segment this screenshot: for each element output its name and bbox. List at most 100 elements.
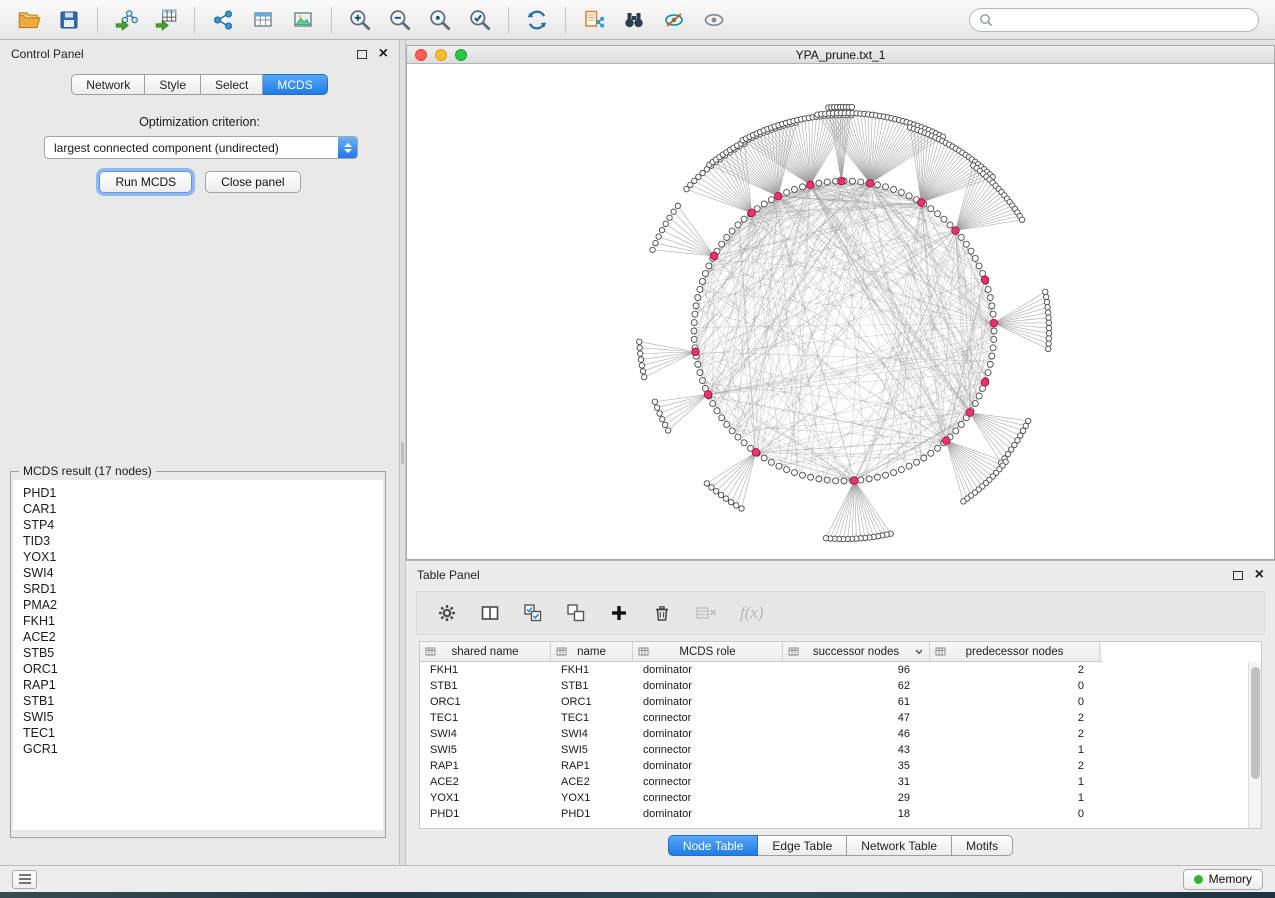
ring-node[interactable] bbox=[958, 234, 964, 240]
hub-node[interactable] bbox=[942, 437, 950, 445]
ring-node[interactable] bbox=[735, 222, 741, 228]
ring-node[interactable] bbox=[987, 295, 993, 301]
ring-node[interactable] bbox=[784, 189, 790, 195]
ring-node[interactable] bbox=[866, 476, 872, 482]
ring-node[interactable] bbox=[695, 295, 701, 301]
zoom-in-button[interactable] bbox=[341, 4, 379, 36]
close-table-panel-button[interactable]: × bbox=[1255, 567, 1264, 583]
hub-node[interactable] bbox=[866, 179, 874, 187]
mcds-result-item[interactable]: RAP1 bbox=[13, 677, 383, 693]
mcds-result-item[interactable]: TID3 bbox=[13, 533, 383, 549]
leaf-node[interactable] bbox=[637, 339, 642, 344]
ring-node[interactable] bbox=[891, 186, 897, 192]
divider-grip[interactable] bbox=[401, 442, 404, 464]
leaf-node[interactable] bbox=[704, 481, 709, 486]
table-row[interactable]: STB1STB1dominator620 bbox=[420, 678, 1261, 694]
export-image-button[interactable] bbox=[284, 4, 322, 36]
hub-node[interactable] bbox=[748, 209, 756, 217]
hub-node[interactable] bbox=[692, 348, 700, 356]
table-row[interactable]: FKH1FKH1dominator962 bbox=[420, 662, 1261, 678]
table-row[interactable]: RAP1RAP1dominator352 bbox=[420, 758, 1261, 774]
ring-node[interactable] bbox=[935, 211, 941, 217]
ring-node[interactable] bbox=[928, 450, 934, 456]
network-canvas[interactable] bbox=[407, 64, 1274, 559]
tab-style[interactable]: Style bbox=[145, 74, 201, 95]
leaf-node[interactable] bbox=[1044, 299, 1049, 304]
tab-mcds[interactable]: MCDS bbox=[263, 74, 327, 95]
close-window-button[interactable] bbox=[415, 49, 427, 61]
ring-node[interactable] bbox=[989, 353, 995, 359]
table-row[interactable]: SWI4SWI4dominator462 bbox=[420, 726, 1261, 742]
leaf-node[interactable] bbox=[1046, 331, 1051, 336]
ring-node[interactable] bbox=[729, 428, 735, 434]
table-row[interactable]: TEC1TEC1connector472 bbox=[420, 710, 1261, 726]
ring-node[interactable] bbox=[710, 401, 716, 407]
tab-network[interactable]: Network bbox=[71, 74, 145, 95]
ring-node[interactable] bbox=[963, 241, 969, 247]
ring-node[interactable] bbox=[947, 222, 953, 228]
share-document-button[interactable] bbox=[575, 4, 613, 36]
mcds-result-item[interactable]: PMA2 bbox=[13, 597, 383, 613]
ring-node[interactable] bbox=[972, 401, 978, 407]
mcds-result-item[interactable]: GCR1 bbox=[13, 741, 383, 757]
leaf-node[interactable] bbox=[1043, 289, 1048, 294]
table-settings-button[interactable] bbox=[437, 603, 457, 623]
hub-node[interactable] bbox=[704, 391, 712, 399]
ring-node[interactable] bbox=[991, 328, 997, 334]
mcds-result-item[interactable]: FKH1 bbox=[13, 613, 383, 629]
leaf-node[interactable] bbox=[671, 209, 676, 214]
leaf-node[interactable] bbox=[713, 489, 718, 494]
ring-node[interactable] bbox=[976, 393, 982, 399]
ring-node[interactable] bbox=[697, 286, 703, 292]
ring-node[interactable] bbox=[816, 180, 822, 186]
import-table-button[interactable] bbox=[147, 4, 185, 36]
ring-node[interactable] bbox=[987, 361, 993, 367]
ring-node[interactable] bbox=[968, 248, 974, 254]
memory-button[interactable]: Memory bbox=[1183, 869, 1263, 890]
ring-node[interactable] bbox=[858, 477, 864, 483]
ring-node[interactable] bbox=[735, 434, 741, 440]
ring-node[interactable] bbox=[695, 361, 701, 367]
ring-node[interactable] bbox=[914, 459, 920, 465]
leaf-node[interactable] bbox=[667, 215, 672, 220]
save-session-button[interactable] bbox=[50, 4, 88, 36]
ring-node[interactable] bbox=[990, 311, 996, 317]
ring-node[interactable] bbox=[990, 345, 996, 351]
leaf-node[interactable] bbox=[650, 247, 655, 252]
ring-node[interactable] bbox=[906, 193, 912, 199]
mcds-result-item[interactable]: ORC1 bbox=[13, 661, 383, 677]
ring-node[interactable] bbox=[784, 467, 790, 473]
ring-node[interactable] bbox=[921, 455, 927, 461]
hub-node[interactable] bbox=[917, 199, 925, 207]
criterion-dropdown[interactable]: largest connected component (undirected) bbox=[44, 136, 358, 159]
mcds-result-item[interactable]: YOX1 bbox=[13, 549, 383, 565]
ring-node[interactable] bbox=[691, 328, 697, 334]
ring-node[interactable] bbox=[841, 478, 847, 484]
tab-node-table[interactable]: Node Table bbox=[668, 835, 759, 856]
tab-network-table[interactable]: Network Table bbox=[847, 835, 952, 856]
leaf-node[interactable] bbox=[1045, 310, 1050, 315]
hub-node[interactable] bbox=[966, 409, 974, 417]
close-panel-x-button[interactable]: × bbox=[379, 46, 388, 62]
search-input[interactable] bbox=[999, 13, 1249, 27]
leaf-node[interactable] bbox=[638, 357, 643, 362]
ring-node[interactable] bbox=[991, 336, 997, 342]
hub-node[interactable] bbox=[981, 379, 989, 387]
leaf-node[interactable] bbox=[728, 499, 733, 504]
leaf-node[interactable] bbox=[1019, 217, 1024, 222]
zoom-fit-button[interactable] bbox=[461, 4, 499, 36]
leaf-node[interactable] bbox=[961, 499, 966, 504]
open-file-button[interactable] bbox=[10, 4, 48, 36]
ring-node[interactable] bbox=[985, 370, 991, 376]
float-table-panel-button[interactable] bbox=[1233, 571, 1243, 580]
leaf-node[interactable] bbox=[709, 485, 714, 490]
ring-node[interactable] bbox=[791, 470, 797, 476]
ring-node[interactable] bbox=[724, 234, 730, 240]
add-column-button[interactable] bbox=[609, 603, 629, 623]
ring-node[interactable] bbox=[808, 474, 814, 480]
table-scrollbar[interactable] bbox=[1248, 662, 1261, 828]
table-row[interactable]: PHD1PHD1dominator180 bbox=[420, 806, 1261, 822]
mcds-result-item[interactable]: SWI5 bbox=[13, 709, 383, 725]
network-graph[interactable] bbox=[407, 64, 1274, 559]
leaf-node[interactable] bbox=[1043, 294, 1048, 299]
